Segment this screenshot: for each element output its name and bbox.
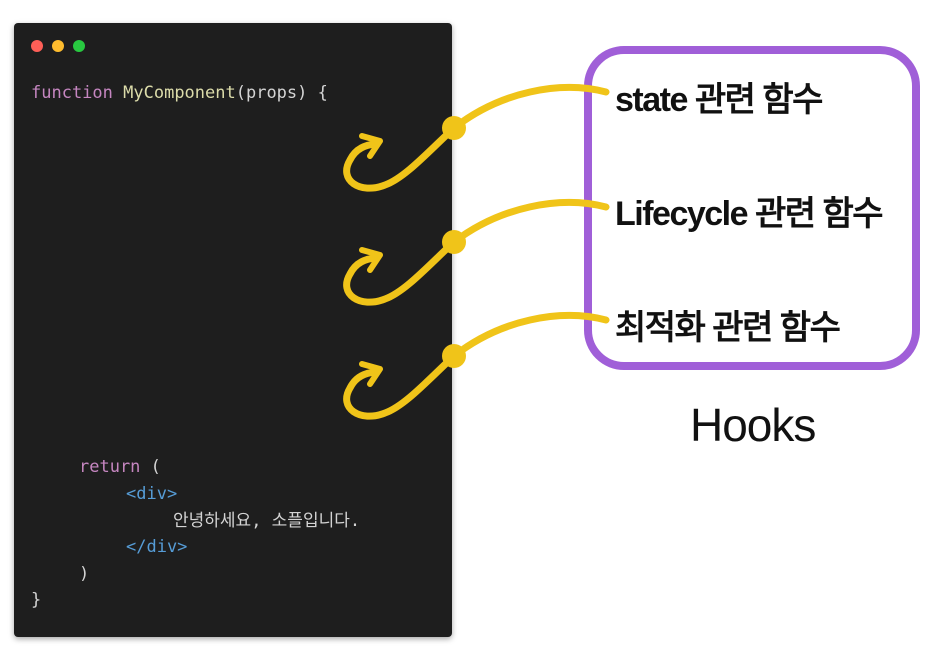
- diagram-canvas: function MyComponent(props) { return ( <…: [0, 0, 952, 672]
- hooks-title: Hooks: [690, 399, 816, 451]
- hook-arrow-lifecycle: [343, 199, 610, 306]
- hook-label-lifecycle: Lifecycle 관련 함수: [615, 195, 884, 233]
- hook-label-state: state 관련 함수: [615, 81, 823, 119]
- hook-arrow-state: [343, 84, 610, 192]
- hook-arrow-optimization: [343, 312, 610, 420]
- hook-label-optimization: 최적화 관련 함수: [615, 309, 841, 347]
